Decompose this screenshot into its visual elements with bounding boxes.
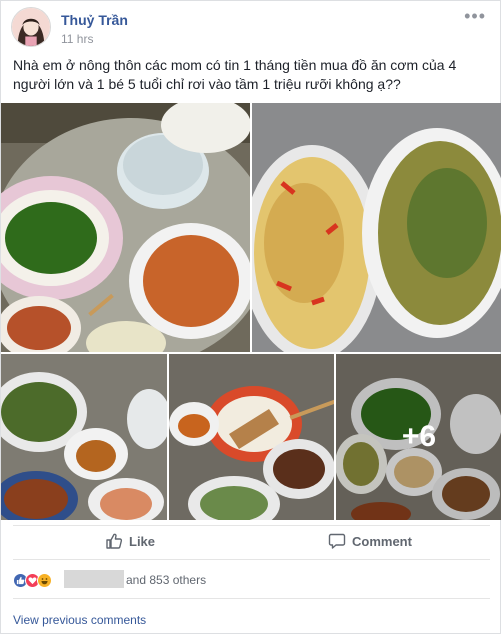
post-text: Nhà em ở nông thôn các mom có tin 1 thán… — [13, 57, 457, 92]
like-button[interactable]: Like — [105, 527, 155, 555]
comment-button-label: Comment — [352, 533, 412, 549]
comment-button[interactable]: Comment — [328, 527, 412, 555]
author-name[interactable]: Thuỷ Trần — [61, 12, 128, 28]
meal-tray-image — [1, 103, 250, 352]
thumbs-up-icon — [106, 533, 123, 549]
avatar[interactable] — [11, 7, 51, 47]
reaction-icons[interactable] — [13, 571, 52, 589]
more-photos-count[interactable]: +6 — [336, 354, 501, 520]
haha-icon — [37, 572, 52, 588]
post-photo-2[interactable] — [252, 103, 501, 352]
soup-bowls-image — [252, 103, 501, 352]
post-timestamp[interactable]: 11 hrs — [61, 32, 93, 46]
more-options-icon[interactable]: ••• — [464, 6, 486, 27]
post-photo-4[interactable] — [169, 354, 334, 520]
divider-bottom — [13, 598, 490, 599]
view-previous-comments-link[interactable]: View previous comments — [13, 613, 146, 627]
post-card: Thuỷ Trần 11 hrs ••• Nhà em ở nông thôn … — [0, 0, 501, 634]
comment-bubble-icon — [328, 533, 346, 549]
post-photo-1[interactable] — [1, 103, 250, 352]
divider-top — [13, 525, 490, 526]
reaction-count[interactable]: and 853 others — [126, 573, 206, 587]
divider-mid — [13, 559, 490, 560]
fish-and-meat-image — [169, 354, 334, 520]
avatar-image — [12, 8, 50, 46]
post-photo-3[interactable] — [1, 354, 167, 520]
reactor-names-redacted — [64, 570, 124, 588]
like-button-label: Like — [129, 533, 156, 549]
post-photo-5[interactable]: +6 — [336, 354, 501, 520]
vegetable-soup-image — [1, 354, 167, 520]
